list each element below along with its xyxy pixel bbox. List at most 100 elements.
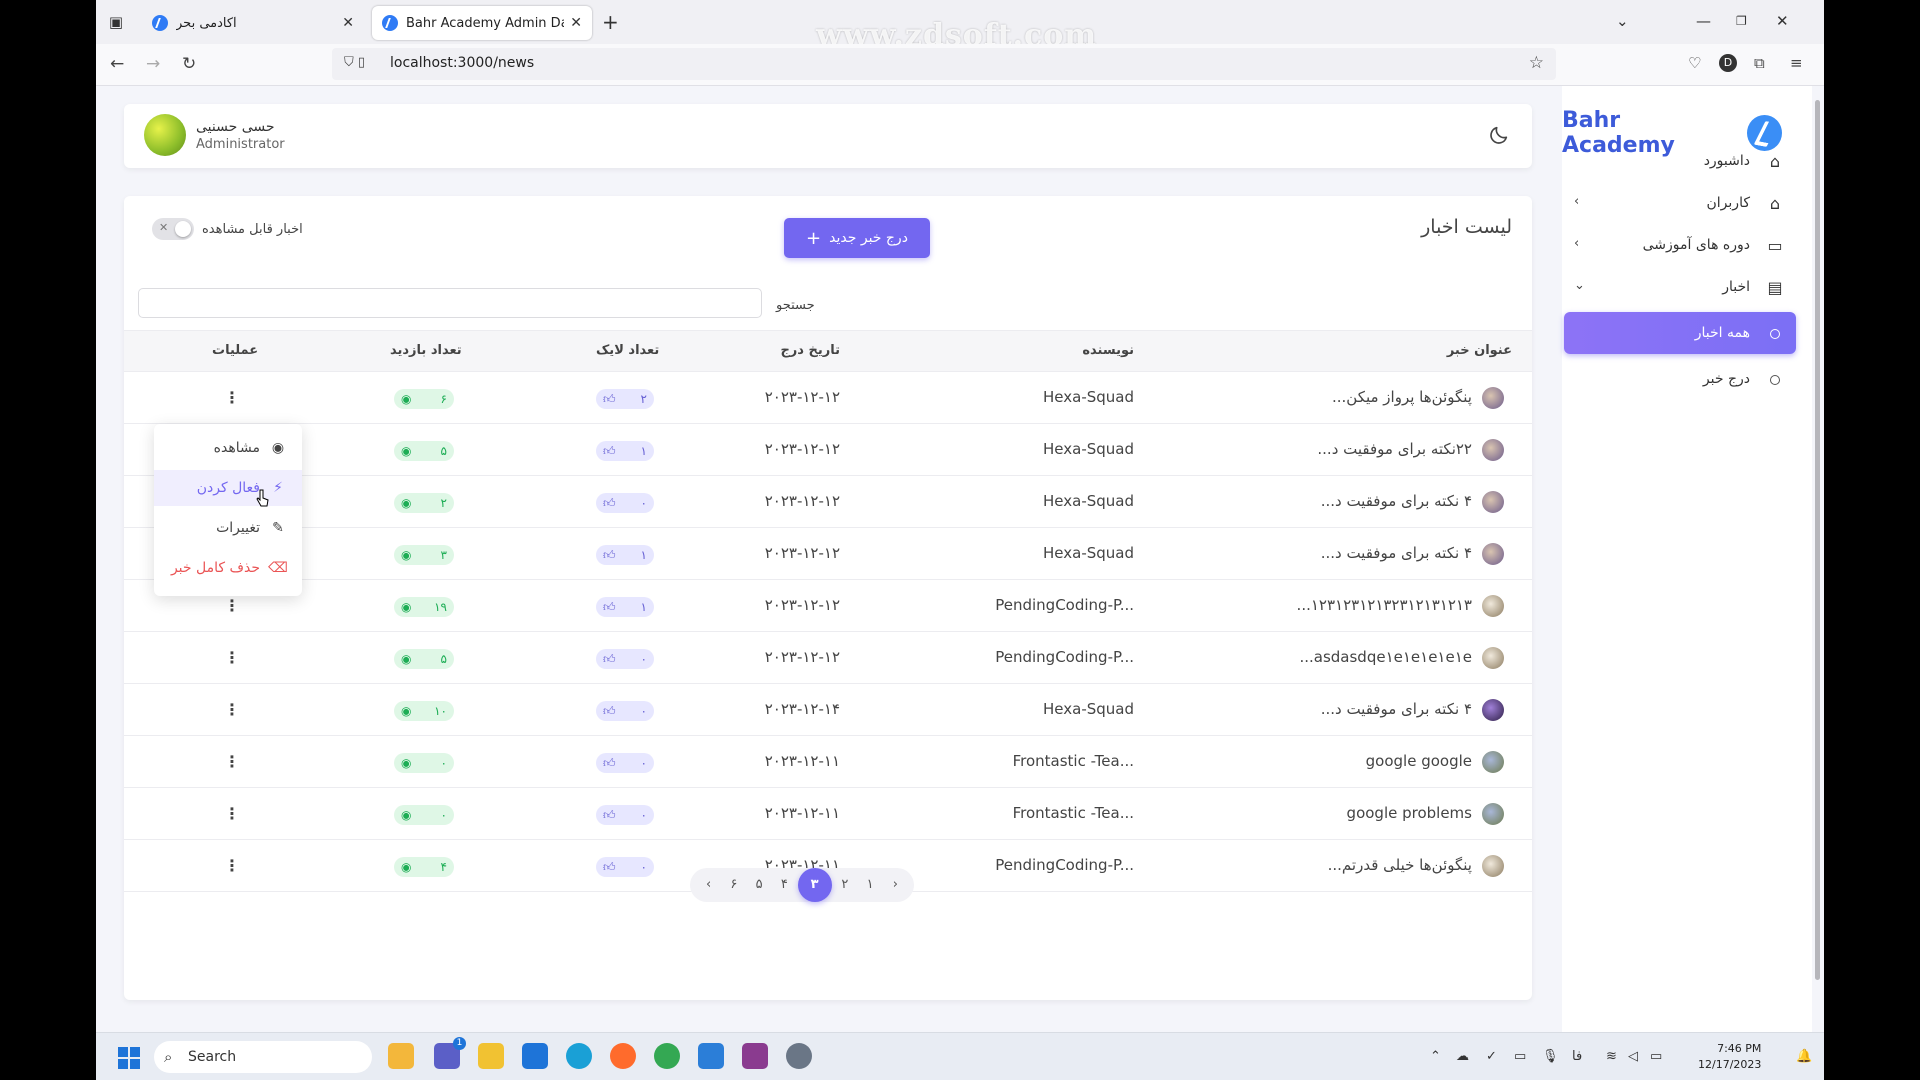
notification-bell-icon[interactable]: 🔔 — [1796, 1049, 1812, 1064]
add-news-button[interactable]: + درج خبر جدید — [784, 218, 930, 258]
pagination-next-button[interactable]: › — [883, 873, 907, 897]
forward-icon[interactable]: → — [146, 54, 160, 74]
pagination-page-2[interactable]: ۲ — [833, 873, 857, 897]
menu-item-activate[interactable]: فعال کردن ⚡ — [154, 470, 302, 506]
browser-tab-admin[interactable]: Bahr Academy Admin Dashboa ✕ — [372, 6, 592, 40]
table-row[interactable]: google google Frontastic -Tea... ۲۰۲۳-۱۲-۱… — [124, 736, 1532, 788]
row-actions-kebab-icon[interactable]: ⋮ — [224, 644, 240, 672]
windows-start-icon[interactable] — [118, 1047, 140, 1069]
row-actions-kebab-icon[interactable]: ⋮ — [224, 800, 240, 828]
chat-icon[interactable]: 1 — [434, 1037, 466, 1069]
sidebar-item-courses[interactable]: ‹ دوره های آموزشی ▭ — [1564, 224, 1796, 266]
column-header-likes[interactable]: تعداد لایک — [596, 343, 659, 358]
news-title[interactable]: ۱۲۳۱۲۳۱۲۱۳۲۳۱۲۱۳۱۲۱۳... — [1297, 596, 1472, 614]
new-tab-button[interactable]: + — [602, 10, 619, 34]
bookmark-star-icon[interactable]: ☆ — [1529, 53, 1544, 73]
pagination-prev-button[interactable]: ‹ — [697, 873, 721, 897]
tab-list-icon[interactable]: ▣ — [104, 10, 128, 34]
pagination-page-1[interactable]: ۱ — [858, 873, 882, 897]
visible-news-toggle[interactable]: ✕ اخبار قابل مشاهده — [152, 218, 303, 240]
table-row[interactable]: asdasdqe١e١e١e١e١e... PendingCoding-P... ۲… — [124, 632, 1532, 684]
pagination-page-3[interactable]: ۳ — [797, 868, 832, 902]
onedrive-icon[interactable]: ☁ — [1456, 1049, 1469, 1064]
extensions-icon[interactable]: ⧉ — [1754, 54, 1765, 72]
menu-icon[interactable]: ≡ — [1790, 54, 1803, 72]
battery-icon[interactable]: ▭ — [1650, 1049, 1662, 1064]
table-row[interactable]: ۴ نکته برای موفقیت د... Hexa-Squad ۲۰۲۳-۱۲… — [124, 528, 1532, 580]
user-menu[interactable]: حسی حسنیی Administrator — [144, 114, 285, 156]
news-title[interactable]: ۴ نکته برای موفقیت د... — [1321, 492, 1472, 510]
profile-icon[interactable]: D — [1719, 54, 1737, 72]
column-header-title[interactable]: عنوان خبر — [1447, 343, 1512, 358]
close-tab-icon[interactable]: ✕ — [570, 15, 582, 31]
search-input[interactable] — [138, 288, 762, 318]
close-window-icon[interactable]: ✕ — [1776, 12, 1789, 30]
dark-mode-moon-icon[interactable] — [1488, 124, 1510, 146]
table-row[interactable]: google problems Frontastic -Tea... ۲۰۲۳-۱۲… — [124, 788, 1532, 840]
pagination-page-6[interactable]: ۶ — [722, 873, 746, 897]
sidebar-item-all-news[interactable]: همه اخبار — [1564, 312, 1796, 354]
close-tab-icon[interactable]: ✕ — [342, 15, 354, 31]
restore-icon[interactable]: ❐ — [1736, 14, 1747, 28]
file-explorer-icon[interactable] — [478, 1043, 504, 1069]
news-title[interactable]: google problems — [1347, 804, 1472, 822]
tab-overflow-icon[interactable]: ⌄ — [1616, 12, 1629, 30]
microphone-icon[interactable]: 🎙 — [1542, 1049, 1559, 1064]
browser-tab-bahr[interactable]: آکادمی بحر ✕ — [142, 6, 364, 40]
table-row[interactable]: ۱۲۳۱۲۳۱۲۱۳۲۳۱۲۱۳۱۲۱۳... PendingCoding-P..… — [124, 580, 1532, 632]
column-header-date[interactable]: تاریخ درج — [780, 343, 840, 358]
menu-item-delete[interactable]: حذف کامل خبر ⌫ — [154, 550, 302, 586]
display-icon[interactable]: ▭ — [1514, 1049, 1526, 1064]
news-title[interactable]: ۲۲نکته برای موفقیت د... — [1317, 440, 1472, 458]
toggle-switch[interactable]: ✕ — [152, 218, 194, 240]
news-title[interactable]: ۴ نکته برای موفقیت د... — [1321, 700, 1472, 718]
scrollbar-thumb[interactable] — [1815, 100, 1820, 980]
sidebar-item-users[interactable]: ‹ کاربران ⌂ — [1564, 182, 1796, 224]
wifi-icon[interactable]: ≋ — [1606, 1049, 1617, 1064]
vpn-icon[interactable]: ✓ — [1486, 1049, 1497, 1064]
volume-icon[interactable]: ◁ — [1628, 1049, 1638, 1064]
news-title[interactable]: google google — [1366, 752, 1472, 770]
clock[interactable]: 7:46 PM 12/17/2023 — [1698, 1041, 1761, 1073]
row-actions-kebab-icon[interactable]: ⋮ — [224, 592, 240, 620]
edge-icon[interactable] — [566, 1043, 592, 1069]
pagination-page-4[interactable]: ۴ — [772, 873, 796, 897]
taskbar-search[interactable]: ⌕ Search — [154, 1041, 372, 1073]
chrome-icon[interactable] — [654, 1043, 680, 1069]
sidebar-item-add-news[interactable]: درج خبر — [1564, 358, 1796, 400]
column-header-views[interactable]: تعداد بازدید — [390, 343, 462, 358]
firefox-icon[interactable] — [610, 1043, 636, 1069]
page-scrollbar[interactable] — [1812, 86, 1824, 1032]
row-actions-kebab-icon[interactable]: ⋮ — [224, 696, 240, 724]
pocket-icon[interactable]: ♡ — [1688, 54, 1701, 72]
url-text[interactable]: localhost:3000/news — [390, 55, 534, 71]
winrar-icon[interactable] — [742, 1043, 768, 1069]
shield-icon[interactable]: ⛉ ▯ — [344, 55, 365, 70]
pagination-page-5[interactable]: ۵ — [747, 873, 771, 897]
avatar[interactable] — [144, 114, 186, 156]
table-row[interactable]: پنگوئن‌ها پرواز میکن... Hexa-Squad ۲۰۲۳-۱۲… — [124, 372, 1532, 424]
menu-item-edit[interactable]: تغییرات ✎ — [154, 510, 302, 546]
row-actions-kebab-icon[interactable]: ⋮ — [224, 748, 240, 776]
sidebar-item-dashboard[interactable]: داشبورد ⌂ — [1564, 140, 1796, 182]
news-title[interactable]: asdasdqe١e١e١e١e١e... — [1299, 648, 1472, 666]
widgets-icon[interactable] — [388, 1043, 414, 1069]
table-row[interactable]: ۴ نکته برای موفقیت د... Hexa-Squad ۲۰۲۳-۱۲… — [124, 684, 1532, 736]
menu-item-view[interactable]: مشاهده ◉ — [154, 430, 302, 466]
news-title[interactable]: پنگوئن‌ها خیلی قدرتم... — [1328, 856, 1472, 874]
chevron-up-icon[interactable]: ⌃ — [1430, 1049, 1441, 1064]
news-title[interactable]: پنگوئن‌ها پرواز میکن... — [1332, 388, 1472, 406]
news-title[interactable]: ۴ نکته برای موفقیت د... — [1321, 544, 1472, 562]
table-row[interactable]: ۲۲نکته برای موفقیت د... Hexa-Squad ۲۰۲۳-۱۲… — [124, 424, 1532, 476]
back-icon[interactable]: ← — [110, 54, 124, 74]
column-header-author[interactable]: نویسنده — [1082, 343, 1134, 358]
language-indicator[interactable]: فا — [1572, 1049, 1582, 1064]
row-actions-kebab-icon[interactable]: ⋮ — [224, 852, 240, 880]
settings-gear-icon[interactable] — [786, 1043, 812, 1069]
sidebar-item-news[interactable]: ⌄ اخبار ▤ — [1564, 266, 1796, 308]
minimize-icon[interactable]: — — [1696, 12, 1711, 30]
store-icon[interactable] — [522, 1043, 548, 1069]
address-bar[interactable]: ⛉ ▯ localhost:3000/news ☆ — [332, 48, 1556, 80]
vscode-icon[interactable] — [698, 1043, 724, 1069]
table-row[interactable]: ۴ نکته برای موفقیت د... Hexa-Squad ۲۰۲۳-۱۲… — [124, 476, 1532, 528]
